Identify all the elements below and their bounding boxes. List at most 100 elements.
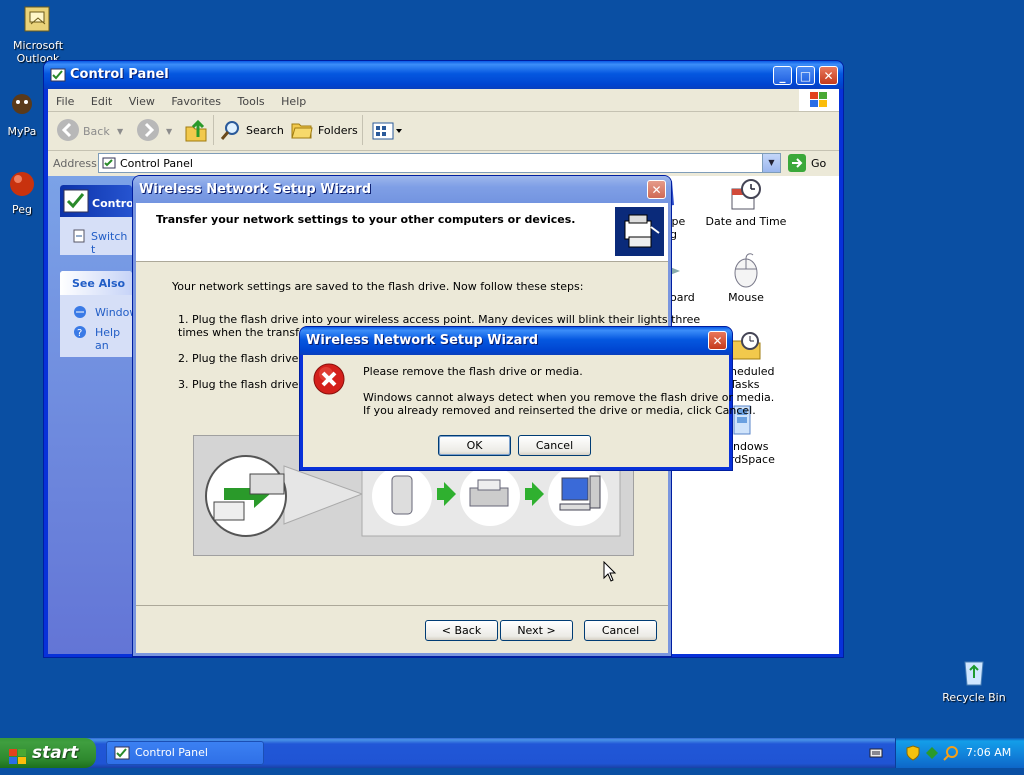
- forward-dropdown-icon[interactable]: ▼: [166, 117, 172, 147]
- desktop-icon-label: Peg: [12, 203, 32, 216]
- cp-item-scheduled-tasks[interactable]: heduled Tasks: [730, 329, 790, 391]
- clock-icon: [704, 179, 788, 215]
- see-also-link-help[interactable]: Help an: [95, 326, 132, 352]
- cp-item-date-time[interactable]: Date and Time: [704, 179, 788, 228]
- see-also-group: See Also Window ? Help an: [60, 271, 138, 357]
- views-icon: [372, 122, 402, 140]
- address-dropdown-icon[interactable]: ▼: [762, 154, 780, 172]
- cp-item-label: indows rdSpace: [730, 440, 775, 466]
- cp-item-label: Mouse: [728, 291, 764, 304]
- search-button[interactable]: [220, 119, 242, 144]
- mouse-icon: [709, 253, 783, 291]
- recycle-bin-icon: [958, 656, 990, 688]
- cp-item-mouse[interactable]: Mouse: [709, 253, 783, 304]
- desktop-icon-outlook[interactable]: Microsoft Outlook: [0, 4, 76, 65]
- window-title: Control Panel: [70, 67, 169, 82]
- wizard-step-1: 1. Plug the flash drive into your wirele…: [178, 313, 701, 326]
- control-panel-title-bar[interactable]: Control Panel _ □ ✕: [44, 61, 843, 89]
- help-icon: ?: [73, 325, 87, 342]
- start-button[interactable]: start: [0, 738, 96, 768]
- network-icon[interactable]: [924, 745, 940, 764]
- menu-tools[interactable]: Tools: [238, 95, 265, 108]
- folders-label[interactable]: Folders: [318, 116, 358, 146]
- go-button[interactable]: [788, 154, 806, 175]
- control-panel-small-icon: [102, 156, 116, 173]
- clock[interactable]: 7:06 AM: [966, 746, 1011, 759]
- close-icon: ✕: [712, 334, 723, 348]
- wizard-back-button[interactable]: < Back: [425, 620, 498, 641]
- wizard-next-button[interactable]: Next >: [500, 620, 573, 641]
- language-bar-icon[interactable]: [869, 747, 883, 762]
- forward-arrow-icon: [137, 119, 159, 141]
- cp-item-label: heduled Tasks: [730, 365, 775, 391]
- maximize-button[interactable]: □: [796, 66, 815, 85]
- menu-edit[interactable]: Edit: [91, 95, 112, 108]
- control-panel-icon: [50, 67, 66, 86]
- close-button[interactable]: ✕: [819, 66, 838, 85]
- wizard-step-2: 2. Plug the flash drive int: [178, 352, 317, 365]
- desktop-icon-recycle-bin[interactable]: Recycle Bin: [936, 656, 1012, 704]
- go-arrow-icon: [788, 154, 806, 172]
- security-shield-icon[interactable]: [906, 745, 920, 764]
- go-label[interactable]: Go: [811, 157, 826, 170]
- control-panel-group: Contro Switch t: [60, 185, 134, 256]
- switch-view-icon: [72, 229, 86, 246]
- taskbar: start Control Panel 7:06 AM: [0, 738, 1024, 768]
- wizard-header-icon: [615, 207, 664, 256]
- search-icon: [220, 121, 239, 140]
- dialog-ok-button[interactable]: OK: [438, 435, 511, 456]
- windows-update-icon: [73, 305, 87, 322]
- maximize-icon: □: [799, 69, 812, 83]
- views-button[interactable]: [372, 122, 404, 143]
- wizard-step-3: 3. Plug the flash drive ba: [178, 378, 316, 391]
- switch-view-link[interactable]: Switch t: [91, 230, 132, 256]
- desktop-icon-label: Recycle Bin: [942, 691, 1006, 704]
- wizard-title-bar[interactable]: Wireless Network Setup Wizard ✕: [133, 176, 671, 203]
- menu-favorites[interactable]: Favorites: [171, 95, 221, 108]
- folders-button[interactable]: [291, 120, 313, 143]
- peg-icon: [6, 168, 38, 200]
- system-tray: 7:06 AM: [895, 738, 1024, 768]
- error-dialog: Wireless Network Setup Wizard ✕ Please r…: [300, 327, 774, 470]
- control-panel-group-header[interactable]: Contro: [60, 185, 134, 218]
- up-folder-button[interactable]: [184, 117, 208, 146]
- wizard-title: Wireless Network Setup Wizard: [139, 182, 372, 197]
- taskbar-item-control-panel[interactable]: Control Panel: [106, 741, 264, 765]
- back-button[interactable]: [56, 118, 80, 145]
- dialog-cancel-button[interactable]: Cancel: [518, 435, 591, 456]
- menu-file[interactable]: File: [56, 95, 74, 108]
- wizard-header-text: Transfer your network settings to your o…: [156, 213, 576, 226]
- back-label: Back: [83, 125, 110, 138]
- close-icon: ✕: [651, 183, 662, 197]
- menu-help[interactable]: Help: [281, 95, 306, 108]
- address-field[interactable]: Control Panel ▼: [98, 153, 781, 173]
- wizard-close-button[interactable]: ✕: [647, 180, 666, 199]
- forward-button[interactable]: [136, 118, 160, 145]
- wizard-header: Transfer your network settings to your o…: [136, 203, 668, 262]
- minimize-icon: _: [779, 69, 786, 83]
- dialog-title-bar[interactable]: Wireless Network Setup Wizard ✕: [300, 327, 732, 355]
- dialog-message: Please remove the flash drive or media.: [363, 365, 583, 378]
- minimize-button[interactable]: _: [773, 66, 792, 85]
- up-folder-icon: [185, 119, 207, 142]
- mypa-icon: [6, 90, 38, 122]
- wizard-cancel-button[interactable]: Cancel: [584, 620, 657, 641]
- svg-text:?: ?: [77, 328, 82, 339]
- wizard-step-1-cont: times when the transfer i: [178, 326, 317, 339]
- dialog-title: Wireless Network Setup Wizard: [306, 333, 539, 348]
- search-label[interactable]: Search: [246, 116, 284, 146]
- search-tray-icon[interactable]: [943, 745, 959, 764]
- back-dropdown-icon[interactable]: ▼: [117, 117, 123, 147]
- start-label: start: [32, 743, 79, 763]
- see-also-title[interactable]: See Also: [72, 277, 125, 290]
- dialog-body: Please remove the flash drive or media. …: [303, 355, 774, 467]
- dialog-detail-2: If you already removed and reinserted th…: [363, 404, 756, 417]
- menu-bar: File Edit View Favorites Tools Help: [56, 93, 319, 111]
- menu-view[interactable]: View: [129, 95, 155, 108]
- outlook-icon: [22, 4, 54, 36]
- control-panel-large-icon: [62, 187, 90, 218]
- see-also-link-windows[interactable]: Window: [95, 306, 138, 319]
- dialog-close-button[interactable]: ✕: [708, 331, 727, 350]
- cp-item-label: Date and Time: [705, 215, 787, 228]
- address-value: Control Panel: [120, 157, 193, 170]
